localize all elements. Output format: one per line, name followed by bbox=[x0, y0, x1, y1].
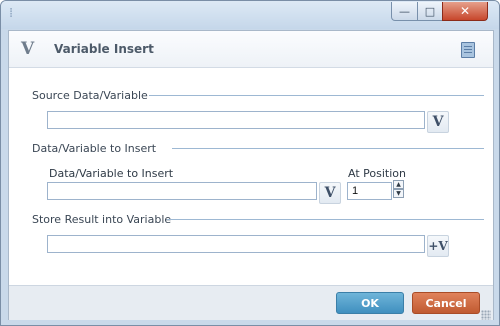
dialog-content: V Variable Insert Source Data/Variable V… bbox=[8, 30, 494, 320]
close-icon: ✕ bbox=[459, 4, 471, 18]
position-input[interactable] bbox=[347, 182, 392, 200]
section-divider bbox=[167, 219, 484, 220]
insert-variable-button[interactable]: V bbox=[319, 182, 341, 204]
insert-variable-input[interactable] bbox=[47, 182, 317, 200]
add-variable-icon: +V bbox=[428, 239, 448, 253]
position-label: At Position bbox=[348, 167, 406, 180]
dialog-header: V Variable Insert bbox=[9, 31, 493, 68]
result-variable-button[interactable]: +V bbox=[427, 235, 449, 257]
dialog-window: ⁞ — □ ✕ V Variable Insert Source Data/Va… bbox=[0, 0, 500, 326]
app-icon: ⁞ bbox=[9, 6, 14, 21]
position-stepper[interactable]: ▲ ▼ bbox=[393, 180, 404, 198]
ok-button[interactable]: OK bbox=[336, 292, 404, 314]
variable-icon: V bbox=[324, 185, 336, 201]
logo: V bbox=[21, 39, 35, 59]
insert-field-label: Data/Variable to Insert bbox=[49, 167, 174, 180]
dialog-footer: OK Cancel bbox=[9, 285, 493, 320]
source-variable-button[interactable]: V bbox=[427, 111, 449, 133]
note-icon[interactable] bbox=[461, 42, 475, 58]
stepper-down-icon[interactable]: ▼ bbox=[393, 189, 404, 198]
close-button[interactable]: ✕ bbox=[442, 2, 488, 21]
cancel-button[interactable]: Cancel bbox=[412, 292, 480, 314]
source-variable-input[interactable] bbox=[47, 111, 425, 129]
minimize-button[interactable]: — bbox=[391, 2, 418, 21]
stepper-up-icon[interactable]: ▲ bbox=[393, 180, 404, 189]
maximize-icon: □ bbox=[424, 4, 436, 18]
minimize-icon: — bbox=[399, 4, 410, 18]
resize-grip-icon[interactable] bbox=[481, 310, 491, 320]
insert-section-label: Data/Variable to Insert bbox=[32, 142, 157, 155]
maximize-button[interactable]: □ bbox=[417, 2, 443, 21]
variable-icon: V bbox=[432, 114, 444, 130]
result-variable-input[interactable] bbox=[47, 235, 425, 253]
source-section-label: Source Data/Variable bbox=[32, 89, 148, 102]
result-section-label: Store Result into Variable bbox=[32, 213, 172, 226]
section-divider bbox=[172, 148, 484, 149]
section-divider bbox=[149, 95, 484, 96]
dialog-title: Variable Insert bbox=[54, 42, 154, 56]
title-bar[interactable]: ⁞ — □ ✕ bbox=[1, 1, 499, 29]
